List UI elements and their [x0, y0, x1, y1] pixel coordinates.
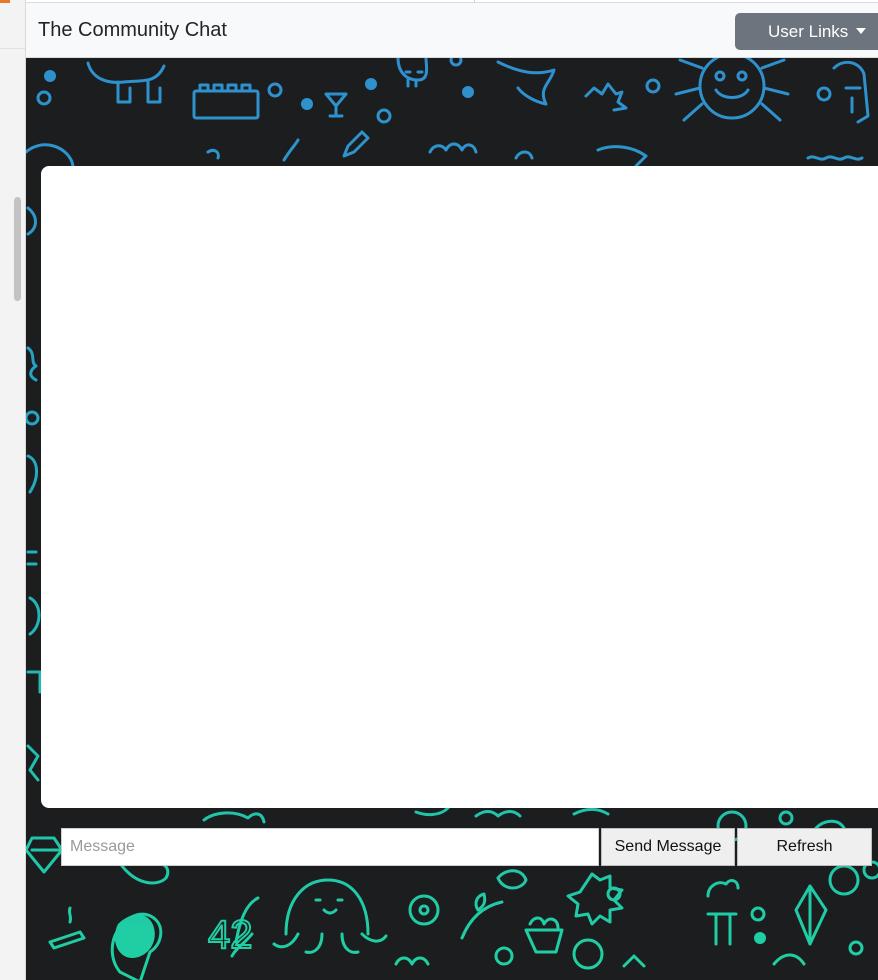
page-title: The Community Chat — [38, 19, 227, 41]
refresh-button[interactable]: Refresh — [737, 828, 872, 866]
caret-down-icon — [856, 27, 867, 34]
scrollbar-thumb[interactable] — [14, 197, 21, 301]
sidebar-accent — [0, 0, 10, 3]
messages-panel — [41, 166, 878, 808]
message-composer: Send Message Refresh — [61, 828, 878, 866]
navbar: The Community Chat User Links — [26, 2, 878, 58]
browser-sidebar — [0, 0, 26, 980]
sidebar-divider — [0, 48, 25, 49]
chat-app: The Community Chat User Links 42 Message… — [26, 0, 878, 980]
user-links-dropdown[interactable]: User Links — [735, 13, 878, 50]
chat-background: 42 Send Message Refresh — [26, 58, 878, 980]
send-message-button[interactable]: Send Message — [601, 828, 735, 866]
message-input[interactable] — [61, 828, 599, 866]
user-links-label: User Links — [768, 22, 849, 41]
doodle-42-text: 42 — [208, 913, 253, 957]
